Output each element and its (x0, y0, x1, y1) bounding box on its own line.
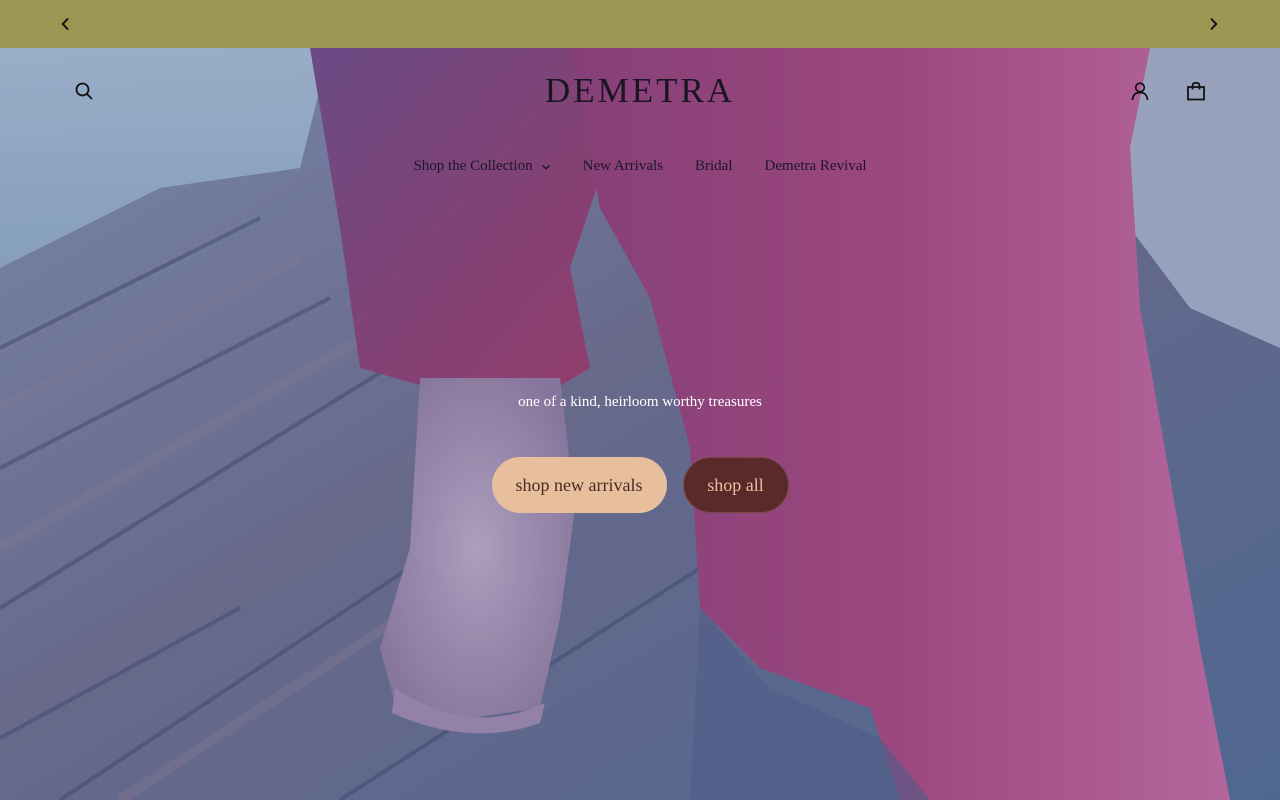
shop-new-arrivals-button[interactable]: shop new arrivals (491, 457, 667, 513)
shop-all-button[interactable]: shop all (682, 457, 789, 513)
announcement-next-button[interactable] (1189, 0, 1237, 48)
shopping-bag-icon (1187, 81, 1205, 101)
site-logo: DEMETRA (0, 71, 1280, 111)
account-button[interactable] (1120, 71, 1160, 111)
hero-tagline: one of a kind, heirloom worthy treasures (518, 394, 762, 410)
user-icon (1131, 82, 1149, 101)
chevron-down-icon (541, 164, 550, 170)
main-navigation: Shop the Collection New Arrivals Bridal … (0, 158, 1280, 175)
nav-item-label: New Arrivals (582, 158, 664, 174)
nav-item-shop-the-collection[interactable]: Shop the Collection (413, 158, 550, 175)
announcement-prev-button[interactable] (42, 0, 90, 48)
hero-cta-group: shop new arrivals shop all (0, 457, 1280, 513)
chevron-left-icon (61, 17, 69, 31)
nav-item-label: Bridal (695, 158, 733, 174)
nav-item-demetra-revival[interactable]: Demetra Revival (765, 158, 867, 175)
logo-link[interactable]: DEMETRA (545, 71, 735, 110)
nav-item-label: Demetra Revival (764, 158, 867, 174)
nav-item-label: Shop the Collection (413, 158, 533, 174)
nav-item-new-arrivals[interactable]: New Arrivals (583, 158, 663, 175)
cart-button[interactable] (1176, 71, 1216, 111)
announcement-bar (0, 0, 1280, 48)
nav-item-bridal[interactable]: Bridal (695, 158, 733, 175)
chevron-right-icon (1210, 17, 1218, 31)
